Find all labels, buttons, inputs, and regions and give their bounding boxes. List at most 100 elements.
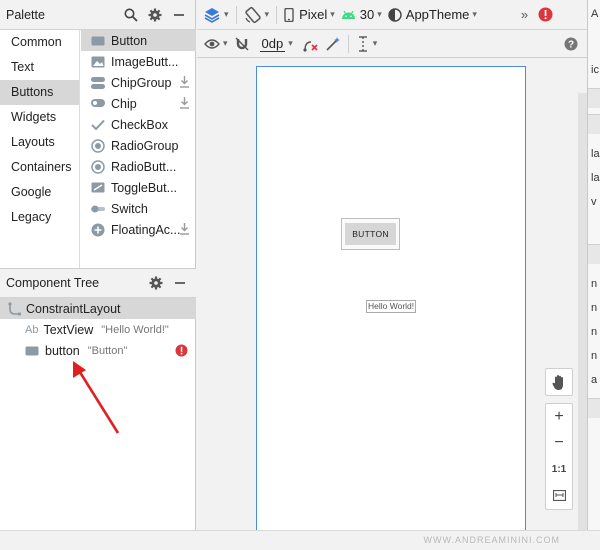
widget-togglebutton[interactable]: ToggleBut...	[81, 177, 196, 198]
preview-button[interactable]: BUTTON	[341, 218, 400, 250]
textview-ab-icon: Ab	[25, 323, 39, 336]
category-widgets[interactable]: Widgets	[0, 105, 79, 130]
checkmark-icon	[91, 118, 105, 132]
category-common[interactable]: Common	[0, 30, 79, 55]
footer: WWW.ANDREAMININI.COM	[0, 530, 600, 550]
chevron-down-icon: ▾	[472, 9, 477, 19]
widget-floatingactionbutton[interactable]: FloatingAc...	[81, 219, 196, 240]
theme-selector[interactable]: AppTheme ▾	[385, 3, 480, 27]
widget-chipgroup[interactable]: ChipGroup	[81, 72, 196, 93]
component-tree-title: Component Tree	[6, 276, 100, 290]
zoom-out-button[interactable]: −	[546, 430, 572, 456]
attribute-label: n	[591, 350, 598, 362]
tree-item-text-value: "Hello World!"	[101, 323, 169, 336]
toolbar-separator	[347, 34, 349, 53]
widget-label: RadioGroup	[111, 138, 179, 153]
chevron-down-icon: ▾	[372, 38, 378, 48]
gear-icon[interactable]	[145, 5, 165, 25]
canvas-scrollbar[interactable]	[578, 93, 587, 530]
widget-label: ChipGroup	[111, 75, 172, 90]
button-widget-icon	[91, 34, 105, 48]
zoom-actual-size-button[interactable]: 1:1	[546, 456, 572, 482]
button-widget-icon	[25, 346, 39, 356]
download-icon[interactable]	[179, 222, 190, 238]
rotate-orientation-icon[interactable]: ▾	[241, 3, 273, 27]
category-buttons[interactable]: Buttons	[0, 80, 79, 105]
eye-icon[interactable]: ▾	[201, 32, 231, 56]
zoom-in-button[interactable]: +	[546, 404, 572, 430]
clear-constraints-icon[interactable]	[300, 32, 322, 56]
image-button-icon	[91, 55, 105, 69]
guidelines-icon[interactable]: ▾	[353, 32, 381, 56]
constraint-layout-icon	[8, 301, 21, 316]
attribute-label: a	[591, 374, 598, 386]
widget-radiobutton[interactable]: RadioButt...	[81, 156, 196, 177]
attribute-label: ic	[591, 64, 599, 76]
attribute-label: n	[591, 326, 598, 338]
attribute-section[interactable]	[588, 114, 600, 134]
attribute-section[interactable]	[588, 398, 600, 418]
attribute-label: v	[591, 196, 597, 208]
infer-constraints-icon[interactable]	[322, 32, 344, 56]
widget-checkbox[interactable]: CheckBox	[81, 114, 196, 135]
widget-label: RadioButt...	[111, 159, 177, 174]
widget-label: Button	[111, 33, 148, 48]
attribute-label: la	[591, 172, 600, 184]
category-containers[interactable]: Containers	[0, 155, 79, 180]
palette-title: Palette	[6, 7, 45, 22]
attribute-section[interactable]	[588, 88, 600, 108]
android-icon	[341, 10, 355, 19]
device-selector[interactable]: Pixel ▾	[281, 3, 338, 27]
widget-label: Chip	[111, 96, 137, 111]
chip-group-icon	[91, 76, 105, 90]
radio-group-icon	[91, 138, 105, 153]
widget-chip[interactable]: Chip	[81, 93, 196, 114]
widget-radiogroup[interactable]: RadioGroup	[81, 135, 196, 156]
download-icon[interactable]	[179, 96, 190, 112]
design-canvas[interactable]: BUTTON Hello World! + − 1:1	[197, 58, 587, 536]
download-icon[interactable]	[179, 75, 190, 91]
fab-plus-icon	[91, 223, 105, 237]
help-icon[interactable]: ?	[561, 32, 581, 56]
api-level-selector[interactable]: 30 ▾	[338, 3, 385, 27]
api-level-label: 30	[359, 7, 375, 22]
category-google[interactable]: Google	[0, 180, 79, 205]
widget-label: FloatingAc...	[111, 222, 181, 237]
gear-icon[interactable]	[146, 273, 166, 293]
attribute-section[interactable]	[588, 244, 600, 264]
magnet-icon[interactable]	[231, 32, 253, 56]
chevron-down-icon: ▾	[288, 38, 293, 48]
minimize-icon[interactable]	[170, 273, 190, 293]
palette-widgets: Button ImageButt... ChipGroup Chip Check…	[81, 30, 196, 268]
minimize-icon[interactable]	[169, 5, 189, 25]
pan-hand-icon[interactable]	[545, 368, 573, 396]
preview-button-label: BUTTON	[345, 223, 396, 245]
widget-imagebutton[interactable]: ImageButt...	[81, 51, 196, 72]
chip-icon	[91, 97, 105, 111]
tree-item-constraintlayout[interactable]: ConstraintLayout	[0, 298, 196, 319]
error-icon[interactable]	[535, 3, 556, 27]
search-icon[interactable]	[121, 5, 141, 25]
attribute-label: la	[591, 148, 600, 160]
margin-value: 0dp	[259, 35, 286, 52]
tree-item-textview[interactable]: Ab TextView "Hello World!"	[0, 319, 196, 340]
device-preview[interactable]: BUTTON Hello World!	[256, 66, 526, 536]
widget-switch[interactable]: Switch	[81, 198, 196, 219]
component-tree-header: Component Tree	[0, 268, 196, 298]
widget-button[interactable]: Button	[81, 30, 196, 51]
phone-icon	[284, 7, 294, 22]
layers-icon[interactable]: ▾	[200, 3, 232, 27]
device-label: Pixel	[299, 7, 328, 22]
category-legacy[interactable]: Legacy	[0, 205, 79, 230]
preview-textview[interactable]: Hello World!	[366, 300, 417, 313]
overflow-button[interactable]: »	[518, 3, 531, 27]
default-margin-selector[interactable]: 0dp ▾	[257, 32, 296, 56]
category-text[interactable]: Text	[0, 55, 79, 80]
error-icon[interactable]	[175, 344, 188, 357]
zoom-to-fit-icon[interactable]	[546, 482, 572, 508]
component-tree: ConstraintLayout Ab TextView "Hello Worl…	[0, 298, 196, 361]
attributes-panel: A ic la la v n n n n a	[587, 0, 600, 530]
watermark: WWW.ANDREAMININI.COM	[423, 535, 560, 545]
category-layouts[interactable]: Layouts	[0, 130, 79, 155]
widget-label: CheckBox	[111, 117, 168, 132]
